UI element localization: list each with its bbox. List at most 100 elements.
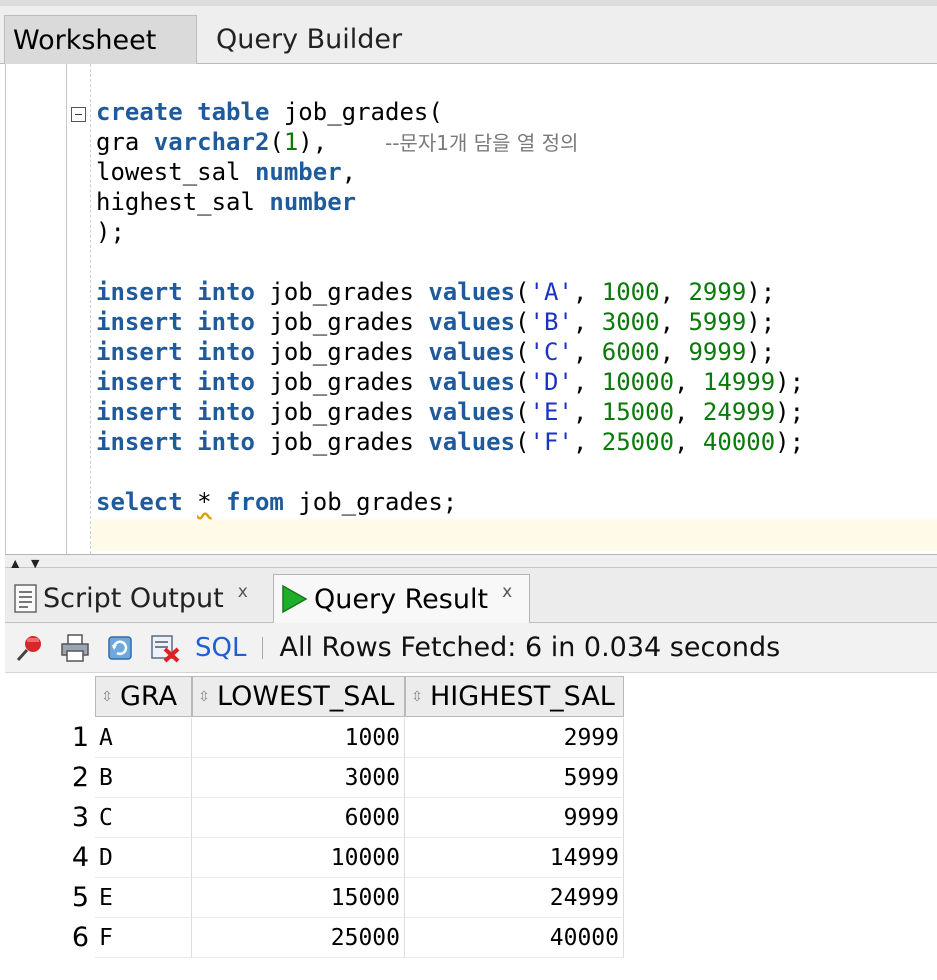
sort-icon[interactable]: ⇳ bbox=[410, 690, 424, 704]
column-header-gra[interactable]: ⇳ GRA bbox=[95, 676, 192, 717]
delete-sql-icon[interactable] bbox=[150, 633, 180, 663]
code-token: 2999 bbox=[688, 278, 747, 306]
sort-icon[interactable]: ⇳ bbox=[197, 690, 211, 704]
sql-keyword: into bbox=[197, 398, 255, 426]
code-line[interactable]: insert into job_grades values('F', 25000… bbox=[96, 427, 804, 457]
script-output-icon bbox=[13, 583, 39, 614]
pane-splitter[interactable]: ▲ ▼ bbox=[5, 554, 937, 569]
code-token: 10000 bbox=[601, 368, 675, 396]
fetch-status-text: All Rows Fetched: 6 in 0.034 seconds bbox=[279, 632, 781, 663]
cell-lowest-sal[interactable]: 3000 bbox=[192, 758, 405, 798]
table-row[interactable]: 2 B 3000 5999 bbox=[5, 758, 937, 798]
print-icon[interactable] bbox=[60, 633, 90, 663]
sql-link[interactable]: SQL bbox=[195, 633, 246, 663]
code-token: ( bbox=[515, 398, 530, 426]
cell-highest-sal[interactable]: 14999 bbox=[405, 838, 624, 878]
cell-highest-sal[interactable]: 2999 bbox=[405, 718, 624, 758]
code-token: gra bbox=[96, 128, 154, 156]
code-token: ( bbox=[515, 428, 530, 456]
code-token: , bbox=[659, 338, 689, 366]
code-token: ( bbox=[515, 278, 530, 306]
code-token: 'F' bbox=[529, 428, 573, 456]
table-row[interactable]: 3 C 6000 9999 bbox=[5, 798, 937, 838]
query-result-grid[interactable]: ⇳ GRA ⇳ LOWEST_SAL ⇳ HIGHEST_SAL 1 A 100… bbox=[5, 674, 937, 980]
tab-query-result-label: Query Result bbox=[314, 583, 489, 615]
table-row[interactable]: 6 F 25000 40000 bbox=[5, 918, 937, 958]
cell-highest-sal[interactable]: 9999 bbox=[405, 798, 624, 838]
tab-query-builder[interactable]: Query Builder bbox=[208, 15, 438, 64]
code-token: , bbox=[572, 338, 602, 366]
code-token: job_grades bbox=[254, 368, 429, 396]
code-line[interactable]: insert into job_grades values('D', 10000… bbox=[96, 367, 804, 397]
cell-lowest-sal[interactable]: 6000 bbox=[192, 798, 405, 838]
cell-highest-sal[interactable]: 5999 bbox=[405, 758, 624, 798]
cell-highest-sal[interactable]: 40000 bbox=[405, 918, 624, 958]
cell-lowest-sal[interactable]: 25000 bbox=[192, 918, 405, 958]
sql-keyword: create bbox=[96, 98, 183, 126]
close-icon[interactable]: x bbox=[238, 582, 248, 602]
code-token: 'D' bbox=[529, 368, 573, 396]
cell-gra[interactable]: A bbox=[95, 718, 192, 758]
results-tab-bar: Script Output x Query Result x bbox=[5, 568, 937, 623]
code-line[interactable]: insert into job_grades values('A', 1000,… bbox=[96, 277, 804, 307]
code-area[interactable]: create table job_grades(gra varchar2(1),… bbox=[96, 97, 804, 517]
code-token: , bbox=[659, 278, 689, 306]
code-token: , bbox=[659, 308, 689, 336]
sql-keyword: number bbox=[269, 188, 357, 216]
pin-icon[interactable] bbox=[15, 633, 45, 663]
table-row[interactable]: 1 A 1000 2999 bbox=[5, 718, 937, 758]
code-token: 'C' bbox=[529, 338, 573, 366]
code-line[interactable]: insert into job_grades values('C', 6000,… bbox=[96, 337, 804, 367]
sort-icon[interactable]: ⇳ bbox=[100, 690, 114, 704]
column-header-label: HIGHEST_SAL bbox=[430, 681, 615, 712]
sql-editor[interactable]: create table job_grades(gra varchar2(1),… bbox=[5, 64, 937, 554]
code-token: 24999 bbox=[702, 398, 776, 426]
code-token: job_grades bbox=[254, 428, 429, 456]
cell-lowest-sal[interactable]: 10000 bbox=[192, 838, 405, 878]
cell-gra[interactable]: D bbox=[95, 838, 192, 878]
cell-gra[interactable]: B bbox=[95, 758, 192, 798]
code-token: ); bbox=[775, 368, 805, 396]
refresh-icon[interactable] bbox=[105, 633, 135, 663]
code-token: ( bbox=[515, 338, 530, 366]
column-header-label: GRA bbox=[120, 681, 178, 712]
code-token: 14999 bbox=[702, 368, 776, 396]
column-header-lowest-sal[interactable]: ⇳ LOWEST_SAL bbox=[192, 676, 405, 717]
code-token: 'E' bbox=[529, 398, 573, 426]
code-token: ); bbox=[746, 338, 776, 366]
code-line[interactable]: insert into job_grades values('E', 15000… bbox=[96, 397, 804, 427]
worksheet-tab-bar: Worksheet Query Builder bbox=[0, 0, 937, 64]
code-token: 3000 bbox=[601, 308, 660, 336]
fold-collapse-icon[interactable] bbox=[71, 107, 86, 122]
column-header-highest-sal[interactable]: ⇳ HIGHEST_SAL bbox=[405, 676, 624, 717]
tab-script-output[interactable]: Script Output x bbox=[13, 574, 248, 623]
tab-worksheet[interactable]: Worksheet bbox=[4, 15, 197, 64]
code-line[interactable]: highest_sal number bbox=[96, 187, 804, 217]
code-line[interactable]: lowest_sal number, bbox=[96, 157, 804, 187]
cell-highest-sal[interactable]: 24999 bbox=[405, 878, 624, 918]
code-line[interactable]: create table job_grades( bbox=[96, 97, 804, 127]
cell-gra[interactable]: F bbox=[95, 918, 192, 958]
code-line[interactable]: select * from job_grades; bbox=[96, 487, 804, 517]
cell-lowest-sal[interactable]: 1000 bbox=[192, 718, 405, 758]
code-token: , bbox=[341, 158, 357, 186]
code-token: 1000 bbox=[601, 278, 660, 306]
sql-keyword: into bbox=[197, 278, 255, 306]
code-line[interactable] bbox=[96, 247, 804, 277]
cell-lowest-sal[interactable]: 15000 bbox=[192, 878, 405, 918]
code-line[interactable]: insert into job_grades values('B', 3000,… bbox=[96, 307, 804, 337]
code-token: job_grades bbox=[254, 398, 429, 426]
code-line[interactable] bbox=[96, 457, 804, 487]
code-token: 25000 bbox=[601, 428, 675, 456]
table-row[interactable]: 4 D 10000 14999 bbox=[5, 838, 937, 878]
code-line[interactable]: gra varchar2(1), --문자1개 담을 열 정의 bbox=[96, 127, 804, 157]
tab-query-result[interactable]: Query Result x bbox=[273, 574, 530, 623]
cell-gra[interactable]: E bbox=[95, 878, 192, 918]
code-line[interactable]: ); bbox=[96, 217, 804, 247]
table-row[interactable]: 5 E 15000 24999 bbox=[5, 878, 937, 918]
close-icon[interactable]: x bbox=[502, 582, 512, 602]
cell-gra[interactable]: C bbox=[95, 798, 192, 838]
